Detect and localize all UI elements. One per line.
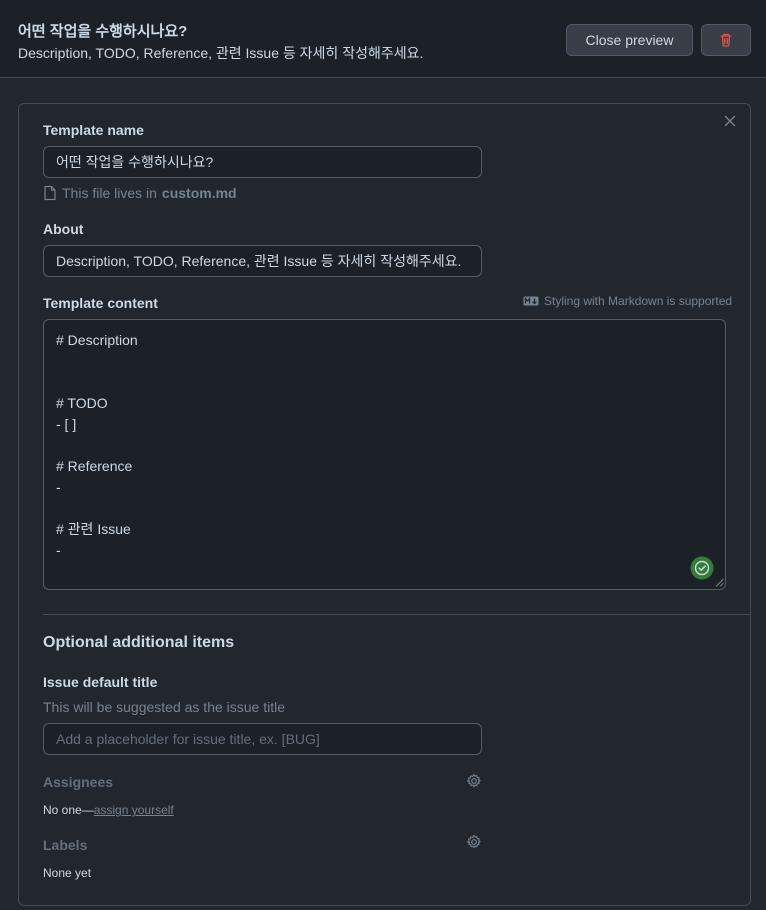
delete-template-button[interactable]	[701, 24, 751, 56]
about-label: About	[43, 221, 84, 237]
about-input[interactable]	[43, 245, 482, 277]
close-icon[interactable]	[722, 113, 738, 129]
file-name: custom.md	[161, 185, 237, 201]
markdown-icon	[523, 296, 539, 306]
file-note-text: This file lives in	[62, 185, 157, 201]
issue-title-input[interactable]	[43, 723, 482, 755]
template-name-input[interactable]	[43, 146, 482, 178]
assign-yourself-link[interactable]: assign yourself	[94, 803, 174, 817]
preview-subtitle: Description, TODO, Reference, 관련 Issue 등…	[18, 45, 424, 61]
resize-handle-icon[interactable]	[715, 578, 724, 587]
trash-icon	[720, 33, 732, 47]
markdown-hint[interactable]: Styling with Markdown is supported	[523, 294, 732, 308]
labels-label: Labels	[43, 837, 88, 853]
labels-value: None yet	[43, 866, 92, 880]
issue-title-hint: This will be suggested as the issue titl…	[43, 699, 286, 715]
file-location-note: This file lives in custom.md	[43, 185, 237, 201]
markdown-hint-text: Styling with Markdown is supported	[544, 294, 733, 308]
assignees-value: No one—assign yourself	[43, 803, 174, 817]
check-circle-icon	[690, 556, 714, 580]
section-divider	[43, 614, 750, 615]
issue-title-label: Issue default title	[43, 674, 158, 690]
template-content-textarea[interactable]: # Description # TODO - [ ] # Reference -…	[43, 319, 726, 590]
assignees-label: Assignees	[43, 774, 114, 790]
preview-title: 어떤 작업을 수행하시나요?	[18, 23, 188, 40]
optional-items-title: Optional additional items	[43, 634, 235, 651]
template-content-label: Template content	[43, 295, 158, 311]
preview-header: 어떤 작업을 수행하시나요? Description, TODO, Refere…	[0, 0, 766, 78]
gear-icon[interactable]	[466, 834, 482, 850]
assignees-none-text: No one—	[43, 803, 94, 817]
file-icon	[44, 185, 56, 201]
close-preview-button[interactable]: Close preview	[566, 24, 693, 56]
template-name-label: Template name	[43, 122, 144, 138]
gear-icon[interactable]	[466, 773, 482, 789]
